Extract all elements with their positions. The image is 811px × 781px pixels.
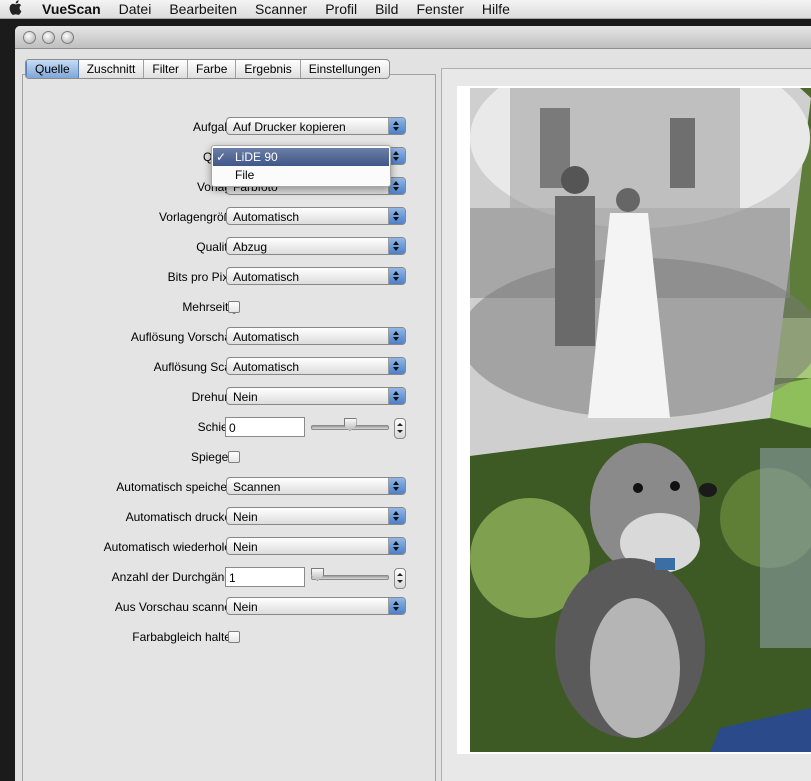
aufgabe-select[interactable]: Auf Drucker kopieren (226, 117, 406, 135)
dropdown-option-file[interactable]: File (213, 166, 389, 184)
quelle-dropdown-menu: ✓ LiDE 90 File (211, 145, 391, 187)
menu-hilfe[interactable]: Hilfe (473, 1, 519, 17)
aufl-scan-arrows-icon (388, 358, 405, 374)
bits-arrows-icon (388, 268, 405, 284)
durchgaenge-input[interactable]: 1 (225, 567, 305, 587)
aufl-scan-value: Automatisch (233, 360, 300, 374)
aufl-vorschau-value: Automatisch (233, 330, 300, 344)
auto-drucken-select[interactable]: Nein (226, 507, 406, 525)
aufl-vorschau-arrows-icon (388, 328, 405, 344)
row-schiefe: Schiefe: 0 (22, 417, 434, 439)
row-aufl-scan: Auflösung Scan: Automatisch (22, 357, 434, 377)
aufl-vorschau-select[interactable]: Automatisch (226, 327, 406, 345)
auto-speichern-select[interactable]: Scannen (226, 477, 406, 495)
durchgaenge-stepper[interactable] (394, 568, 406, 589)
auto-drucken-arrows-icon (388, 508, 405, 524)
scan-preview-image[interactable] (470, 88, 811, 752)
row-drehung: Drehung: Nein (22, 387, 434, 407)
auto-speichern-value: Scannen (233, 480, 281, 494)
schiefe-stepper[interactable] (394, 418, 406, 439)
row-mehrseitig: Mehrseitig: (22, 297, 434, 317)
tab-filter[interactable]: Filter (144, 60, 189, 78)
dropdown-option-label: File (235, 168, 255, 182)
aufl-scan-select[interactable]: Automatisch (226, 357, 406, 375)
drehung-select[interactable]: Nein (226, 387, 406, 405)
row-aufgabe: Aufgabe: Auf Drucker kopieren (22, 117, 434, 137)
qualitaet-select[interactable]: Abzug (226, 237, 406, 255)
dropdown-option-lide90[interactable]: ✓ LiDE 90 (213, 148, 389, 166)
vorlagengroesse-select[interactable]: Automatisch (226, 207, 406, 225)
row-farbabgleich: Farbabgleich halten: (22, 627, 434, 647)
farbabgleich-label: Farbabgleich halten: (132, 630, 241, 644)
tab-quelle[interactable]: Quelle (26, 60, 79, 78)
drehung-value: Nein (233, 390, 258, 404)
auto-speichern-label: Automatisch speichern: (116, 480, 241, 494)
row-auto-drucken: Automatisch drucken: Nein (22, 507, 434, 527)
aufl-vorschau-label: Auflösung Vorschau: (130, 330, 241, 344)
aufgabe-arrows-icon (388, 118, 405, 134)
row-auto-speichern: Automatisch speichern: Scannen (22, 477, 434, 497)
mehrseitig-checkbox[interactable] (228, 301, 240, 313)
settings-form: Aufgabe: Auf Drucker kopieren Quelle: Vo… (22, 0, 434, 781)
durchgaenge-value: 1 (229, 571, 236, 585)
auto-drucken-label: Automatisch drucken: (125, 510, 241, 524)
auto-wiederholen-label: Automatisch wiederholen: (103, 540, 241, 554)
aus-vorschau-select[interactable]: Nein (226, 597, 406, 615)
schiefe-value: 0 (229, 421, 236, 435)
aus-vorschau-arrows-icon (388, 598, 405, 614)
row-aus-vorschau: Aus Vorschau scannen: Nein (22, 597, 434, 617)
dropdown-option-label: LiDE 90 (235, 150, 278, 164)
spiegeln-checkbox[interactable] (228, 451, 240, 463)
aufgabe-value: Auf Drucker kopieren (233, 120, 346, 134)
bits-select[interactable]: Automatisch (226, 267, 406, 285)
aus-vorschau-value: Nein (233, 600, 258, 614)
auto-wiederholen-arrows-icon (388, 538, 405, 554)
row-bits: Bits pro Pixel: Automatisch (22, 267, 434, 287)
settings-tabs: Quelle Zuschnitt Filter Farbe Ergebnis E… (25, 59, 390, 79)
qualitaet-arrows-icon (388, 238, 405, 254)
row-aufl-vorschau: Auflösung Vorschau: Automatisch (22, 327, 434, 347)
row-spiegeln: Spiegeln: (22, 447, 434, 467)
durchgaenge-label: Anzahl der Durchgänge: (111, 570, 241, 584)
bits-value: Automatisch (233, 270, 300, 284)
row-durchgaenge: Anzahl der Durchgänge: 1 (22, 567, 434, 589)
check-mark-icon: ✓ (216, 150, 227, 164)
schiefe-input[interactable]: 0 (225, 417, 305, 437)
aus-vorschau-label: Aus Vorschau scannen: (114, 600, 241, 614)
tab-zuschnitt[interactable]: Zuschnitt (79, 60, 145, 78)
row-vorlagengroesse: Vorlagengröße: Automatisch (22, 207, 434, 227)
auto-speichern-arrows-icon (388, 478, 405, 494)
qualitaet-value: Abzug (233, 240, 268, 254)
drehung-arrows-icon (388, 388, 405, 404)
vorlagengroesse-arrows-icon (388, 208, 405, 224)
tab-farbe[interactable]: Farbe (188, 60, 237, 78)
farbabgleich-checkbox[interactable] (228, 631, 240, 643)
tab-einstellungen[interactable]: Einstellungen (301, 60, 389, 78)
auto-drucken-value: Nein (233, 510, 258, 524)
scan-photos-illustration (470, 88, 811, 752)
auto-wiederholen-value: Nein (233, 540, 258, 554)
auto-wiederholen-select[interactable]: Nein (226, 537, 406, 555)
tab-ergebnis[interactable]: Ergebnis (236, 60, 301, 78)
row-qualitaet: Qualität: Abzug (22, 237, 434, 257)
row-auto-wiederholen: Automatisch wiederholen: Nein (22, 537, 434, 557)
vorlagengroesse-value: Automatisch (233, 210, 300, 224)
